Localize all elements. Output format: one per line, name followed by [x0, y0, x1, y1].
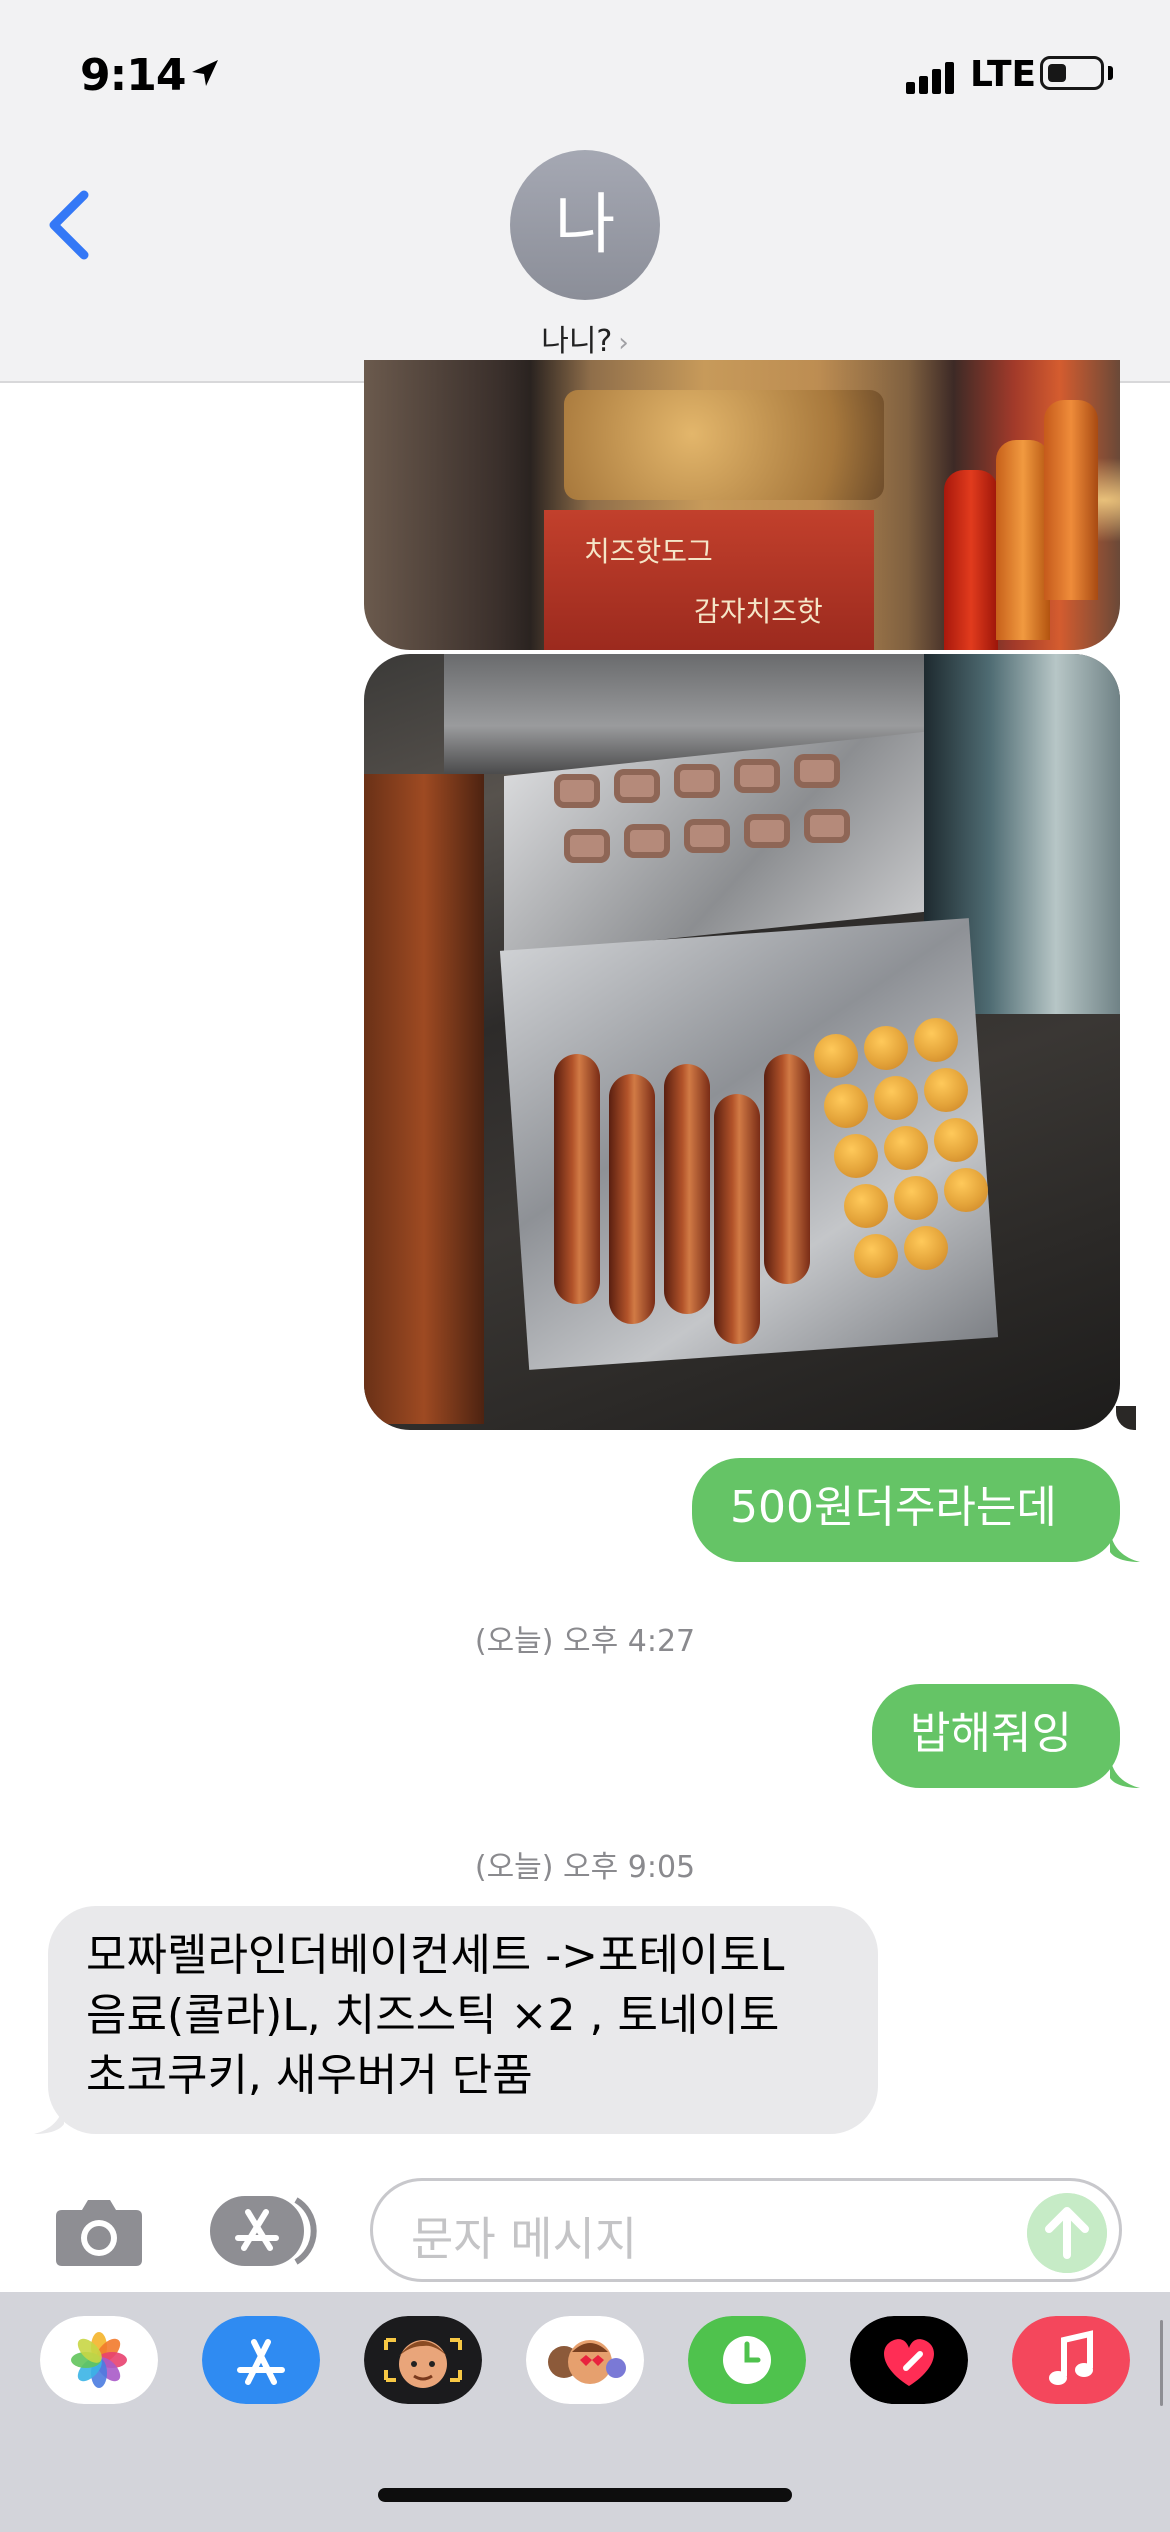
cheese-ball-skewer	[934, 1118, 978, 1162]
sauce-bottle	[996, 440, 1050, 640]
cheese-ball-skewer	[824, 1084, 868, 1128]
cheese-ball-skewer	[834, 1134, 878, 1178]
sign-text-2: 감자치즈핫	[694, 595, 823, 628]
message-timestamp: (오늘) 오후 4:27	[474, 1624, 696, 1659]
cheese-ball-skewer	[924, 1068, 968, 1112]
cheese-ball-skewer	[904, 1226, 948, 1270]
sauce-tray	[364, 774, 484, 1424]
sausage-skewer	[714, 1094, 760, 1344]
photos-app-icon[interactable]	[40, 2316, 158, 2404]
message-line: 모짜렐라인더베이컨세트 ->포테이토L	[86, 1930, 785, 1981]
memoji-icon[interactable]	[364, 2316, 482, 2404]
cheese-ball-skewer	[944, 1168, 988, 1212]
cheese-ball-skewer	[854, 1234, 898, 1278]
battery-icon	[1040, 56, 1104, 90]
contact-name: 나니?	[541, 324, 613, 359]
cheese-ball-skewer	[874, 1076, 918, 1120]
app-store-button-icon[interactable]	[208, 2192, 318, 2270]
sent-photo-hotdog-stand[interactable]: 치즈핫도그 감자치즈핫	[364, 360, 1120, 650]
contact-name-button[interactable]: 나니? ›	[0, 316, 1170, 360]
cheese-ball-skewer	[894, 1176, 938, 1220]
message-input-placeholder: 문자 메시지	[411, 2212, 638, 2266]
message-text: 500원더주라는데	[730, 1482, 1057, 1533]
conversation-header: 9:14 LTE 나 나니? ›	[0, 0, 1170, 383]
app-store-icon[interactable]	[202, 2316, 320, 2404]
digital-touch-icon[interactable]	[850, 2316, 968, 2404]
photo-bubble-tail	[1116, 1406, 1136, 1430]
meat-skewer	[684, 819, 730, 853]
meat-skewer	[804, 809, 850, 843]
sauce-bottle	[1044, 400, 1098, 600]
sent-photo-skewers[interactable]	[364, 654, 1120, 1430]
sent-message-bubble[interactable]: 500원더주라는데	[692, 1458, 1120, 1562]
meat-skewer	[564, 829, 610, 863]
chevron-right-icon: ›	[618, 328, 629, 358]
sausage-skewer	[764, 1054, 810, 1284]
meat-skewer	[674, 764, 720, 798]
send-arrow-icon[interactable]	[1027, 2193, 1107, 2273]
bubble-tail	[1110, 1756, 1140, 1788]
sent-message-bubble[interactable]: 밥해줘잉	[872, 1684, 1120, 1788]
cheese-ball-skewer	[914, 1018, 958, 1062]
status-time: 9:14	[80, 50, 186, 101]
back-chevron-icon[interactable]	[40, 185, 100, 265]
ketchup-bottle	[944, 470, 998, 650]
message-timestamp: (오늘) 오후 9:05	[474, 1850, 696, 1885]
cheese-ball-skewer	[844, 1184, 888, 1228]
sausage-skewer	[609, 1074, 655, 1324]
cheese-ball-skewer	[814, 1034, 858, 1078]
fried-food-tray	[564, 390, 884, 500]
meat-skewer	[744, 814, 790, 848]
sausage-skewer	[554, 1054, 600, 1304]
sausage-skewer	[664, 1064, 710, 1314]
shop-sign: 치즈핫도그 감자치즈핫	[544, 510, 874, 650]
meat-skewer	[554, 774, 600, 808]
sign-text-1: 치즈핫도그	[584, 535, 713, 568]
home-indicator[interactable]	[378, 2488, 792, 2502]
meat-skewer	[734, 759, 780, 793]
meat-skewer	[614, 769, 660, 803]
bubble-tail	[34, 2102, 64, 2134]
battery-cap	[1108, 66, 1113, 80]
clock-icon[interactable]	[688, 2316, 806, 2404]
message-line: 음료(콜라)L, 치즈스틱 ×2 , 토네이토	[86, 1990, 780, 2041]
meat-skewer	[794, 754, 840, 788]
contact-avatar[interactable]: 나	[510, 150, 660, 300]
cheese-ball-skewer	[864, 1026, 908, 1070]
meat-skewer	[624, 824, 670, 858]
bubble-tail	[1110, 1530, 1140, 1562]
message-text: 밥해줘잉	[910, 1708, 1072, 1759]
camera-icon[interactable]	[54, 2196, 144, 2268]
drawer-scroll-indicator	[1160, 2320, 1163, 2406]
location-arrow-icon	[192, 60, 218, 86]
received-message-bubble[interactable]: 모짜렐라인더베이컨세트 ->포테이토L 음료(콜라)L, 치즈스틱 ×2 , 토…	[48, 1906, 878, 2134]
cellular-signal-icon	[906, 60, 966, 94]
animoji-stickers-icon[interactable]	[526, 2316, 644, 2404]
network-type: LTE	[970, 54, 1037, 95]
music-icon[interactable]	[1012, 2316, 1130, 2404]
message-line: 초코쿠키, 새우버거 단품	[86, 2050, 533, 2101]
message-input[interactable]: 문자 메시지	[370, 2178, 1122, 2282]
cheese-ball-skewer	[884, 1126, 928, 1170]
